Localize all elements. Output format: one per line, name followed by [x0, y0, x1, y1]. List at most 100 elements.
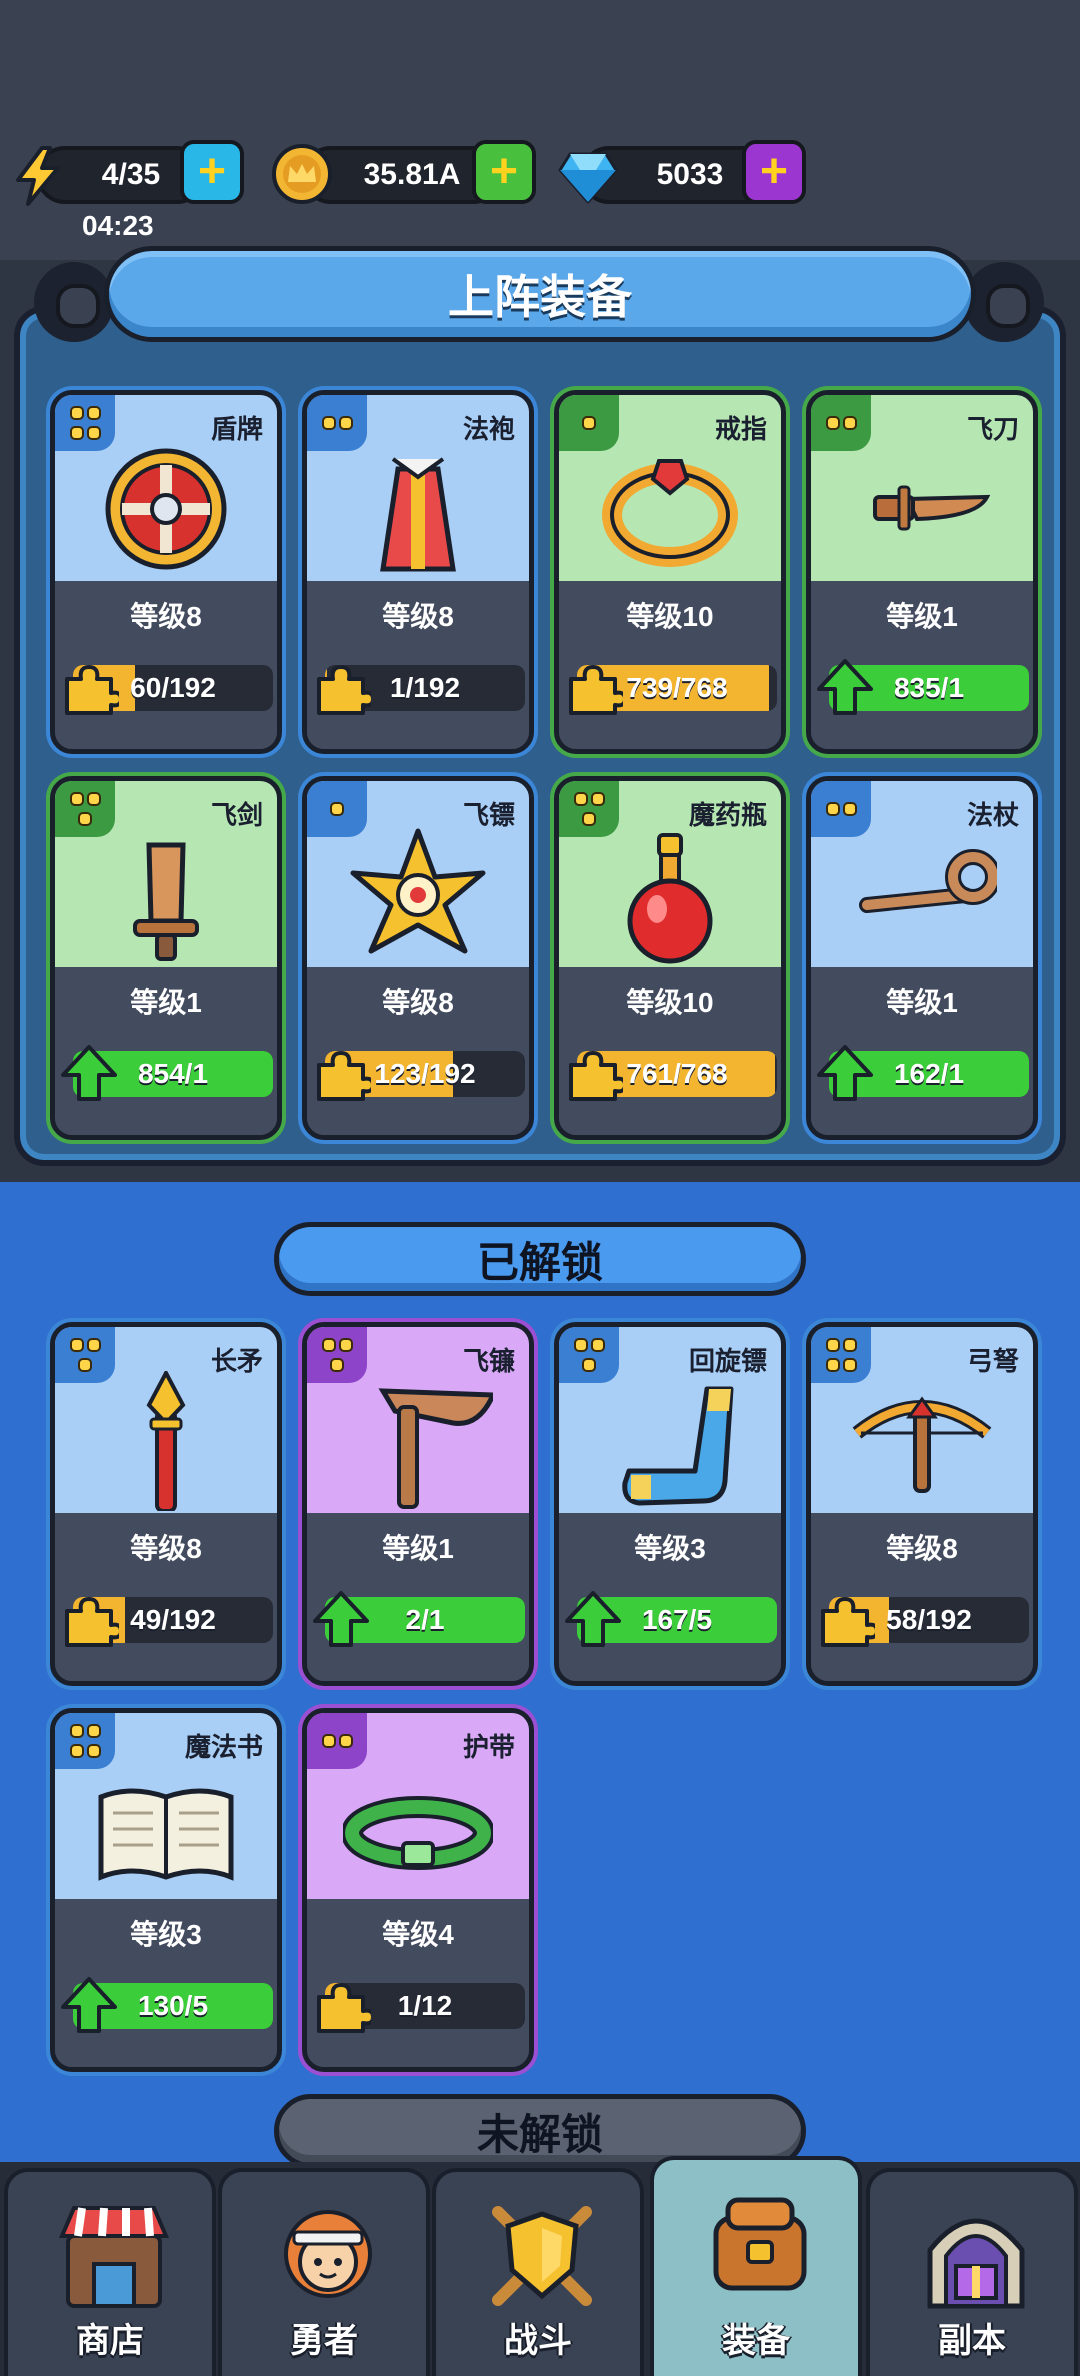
upgrade-arrow-icon	[815, 1043, 875, 1103]
equipment-card[interactable]: 护带 等级4 1/12	[302, 1708, 534, 2072]
tab-battle[interactable]: 战斗	[432, 2168, 644, 2376]
slot-dot	[338, 1338, 353, 1353]
equipment-card[interactable]: 魔药瓶 等级10 761/768	[554, 776, 786, 1140]
tab-dungeon-label: 副本	[938, 2322, 1006, 2360]
dungeon-icon	[927, 2218, 1025, 2309]
shuriken-icon	[350, 828, 486, 954]
puzzle-piece-icon	[59, 657, 123, 717]
slot-dot	[69, 425, 84, 440]
shop-icon	[58, 2206, 170, 2308]
slot-dot	[86, 792, 101, 807]
equipment-card[interactable]: 法袍 等级8 1/192	[302, 390, 534, 754]
robe-icon	[380, 457, 456, 572]
slot-dot	[69, 1724, 84, 1739]
shield-icon	[105, 448, 227, 570]
equipment-icon	[713, 2197, 807, 2291]
add-energy-button[interactable]: +	[180, 140, 244, 204]
belt-icon	[343, 1796, 493, 1870]
equipment-level: 等级3	[634, 1533, 706, 1564]
diamond-icon	[558, 152, 618, 204]
equipment-level: 等级3	[130, 1919, 202, 1950]
gold-coin-icon	[272, 144, 332, 204]
upgrade-arrow-icon	[311, 1589, 371, 1649]
equipment-card[interactable]: 飞剑 等级1 854/1	[50, 776, 282, 1140]
slot-dot	[321, 416, 336, 430]
slot-dot	[69, 1338, 84, 1353]
add-gold-button[interactable]: +	[472, 140, 536, 204]
tab-equipment[interactable]: 装备	[650, 2156, 862, 2376]
tab-shop-label: 商店	[76, 2322, 144, 2360]
slot-dot	[78, 1357, 92, 1372]
equipment-card[interactable]: 飞镰 等级1 2/1	[302, 1322, 534, 1686]
slot-dot	[338, 1734, 353, 1748]
potion-icon	[627, 833, 713, 964]
puzzle-piece-icon	[311, 1043, 375, 1103]
slot-dot	[69, 1743, 84, 1758]
slot-dot	[321, 1734, 336, 1748]
equipment-card[interactable]: 飞镖 等级8 123/192	[302, 776, 534, 1140]
equipment-level: 等级1	[382, 1533, 454, 1564]
flying-sickle-icon	[378, 1388, 493, 1509]
slot-dot	[330, 802, 344, 816]
slot-dot	[825, 416, 840, 430]
tab-hero[interactable]: 勇者	[218, 2168, 430, 2376]
equipment-card[interactable]: 魔法书 等级3 130/5	[50, 1708, 282, 2072]
slot-dot	[842, 802, 857, 816]
slot-dot	[573, 792, 588, 807]
throwing-knife-icon	[873, 485, 991, 531]
equipment-card[interactable]: 弓弩 等级8 58/192	[806, 1322, 1038, 1686]
slot-dot	[825, 802, 840, 816]
spellbook-icon	[98, 1788, 234, 1881]
staff-icon	[859, 849, 997, 913]
equipment-card[interactable]: 飞刀 等级1 835/1	[806, 390, 1038, 754]
slot-dot	[86, 425, 101, 440]
top-resource-area	[0, 0, 1080, 260]
upgrade-arrow-icon	[59, 1043, 119, 1103]
equipment-level: 等级1	[886, 601, 958, 632]
equipment-card[interactable]: 长矛 等级8 49/192	[50, 1322, 282, 1686]
slot-dot	[590, 792, 605, 807]
equipment-level: 等级8	[382, 987, 454, 1018]
equipment-level: 等级8	[886, 1533, 958, 1564]
slot-dot	[582, 1357, 596, 1372]
bottom-navigation: 商店 勇者 战斗 装备 副本	[0, 2156, 1080, 2376]
slot-dot	[86, 1743, 101, 1758]
equipment-level: 等级1	[130, 987, 202, 1018]
puzzle-piece-icon	[815, 1589, 879, 1649]
slot-dot	[338, 416, 353, 430]
equipment-level: 等级4	[382, 1919, 454, 1950]
battle-icon	[492, 2206, 592, 2306]
upgrade-arrow-icon	[563, 1589, 623, 1649]
equipment-card[interactable]: 法杖 等级1 162/1	[806, 776, 1038, 1140]
equipment-level: 等级8	[382, 601, 454, 632]
equipment-card[interactable]: 回旋镖 等级3 167/5	[554, 1322, 786, 1686]
slot-dot	[582, 416, 596, 430]
energy-value: 4/35	[101, 158, 161, 191]
tab-shop[interactable]: 商店	[4, 2168, 216, 2376]
equipment-card[interactable]: 盾牌 等级8 60/192	[50, 390, 282, 754]
puzzle-piece-icon	[563, 657, 627, 717]
slot-dot	[825, 1338, 840, 1353]
slot-dot	[86, 1338, 101, 1353]
slot-dot	[842, 1338, 857, 1353]
energy-timer: 04:23	[82, 210, 154, 241]
slot-dot	[590, 1338, 605, 1353]
flying-sword-icon	[133, 842, 199, 961]
puzzle-piece-icon	[563, 1043, 627, 1103]
ring-icon	[602, 459, 738, 567]
slot-dot	[321, 1338, 336, 1353]
equipment-card[interactable]: 戒指 等级10 739/768	[554, 390, 786, 754]
equipment-level: 等级8	[130, 1533, 202, 1564]
slot-dot	[69, 792, 84, 807]
unlocked-title: 已解锁	[274, 1222, 806, 1296]
hero-icon	[284, 2210, 372, 2298]
slot-dot	[330, 1357, 344, 1372]
tab-dungeon[interactable]: 副本	[866, 2168, 1078, 2376]
upgrade-arrow-icon	[815, 657, 875, 717]
equipped-title: 上阵装备	[104, 246, 976, 342]
puzzle-piece-icon	[311, 657, 375, 717]
gem-value: 5033	[656, 158, 724, 191]
add-gems-button[interactable]: +	[742, 140, 806, 204]
slot-dot	[78, 811, 92, 826]
slot-dot	[86, 406, 101, 421]
